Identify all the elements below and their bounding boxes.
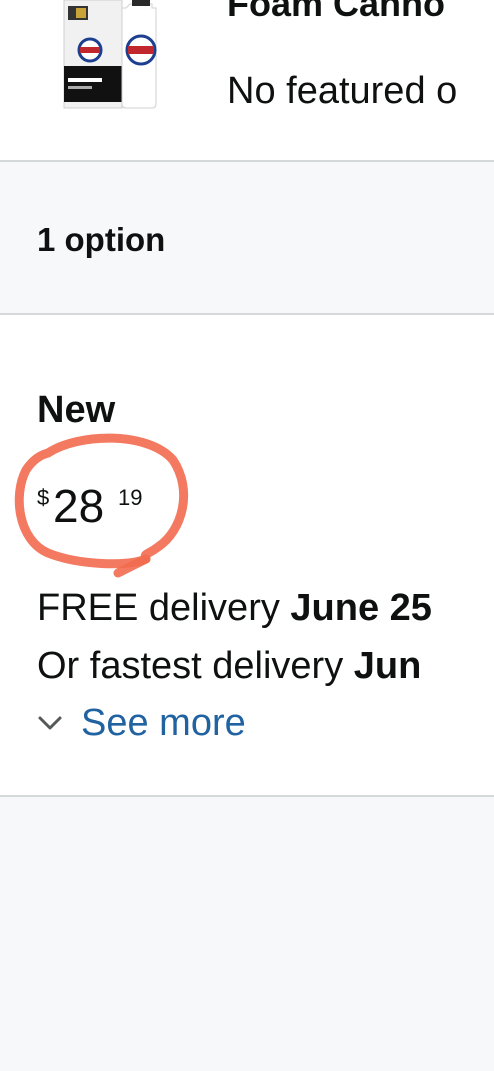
free-delivery-date: June 25	[290, 587, 432, 629]
product-thumbnail[interactable]	[62, 0, 162, 110]
price-symbol: $	[37, 485, 50, 510]
offer-panel: New $ 28 19 FREE delivery June 25 Or fas…	[0, 315, 494, 795]
offer-condition: New	[37, 389, 116, 431]
price-fraction: 19	[118, 485, 143, 510]
product-header: Foam Canno No featured o	[0, 0, 494, 160]
price-whole: 28	[53, 480, 105, 532]
product-subtitle: No featured o	[227, 70, 458, 112]
fastest-delivery-line: Or fastest delivery Jun	[37, 643, 421, 689]
divider	[0, 795, 494, 797]
options-count: 1 option	[37, 221, 166, 258]
free-delivery-line: FREE delivery June 25	[37, 585, 432, 631]
see-more-label[interactable]: See more	[81, 700, 246, 746]
free-delivery-prefix: FREE delivery	[37, 587, 291, 629]
fastest-delivery-date: Jun	[353, 645, 422, 687]
fastest-delivery-prefix: Or fastest delivery	[37, 645, 354, 687]
chevron-down-icon	[38, 716, 62, 730]
product-title[interactable]: Foam Canno	[227, 0, 445, 26]
